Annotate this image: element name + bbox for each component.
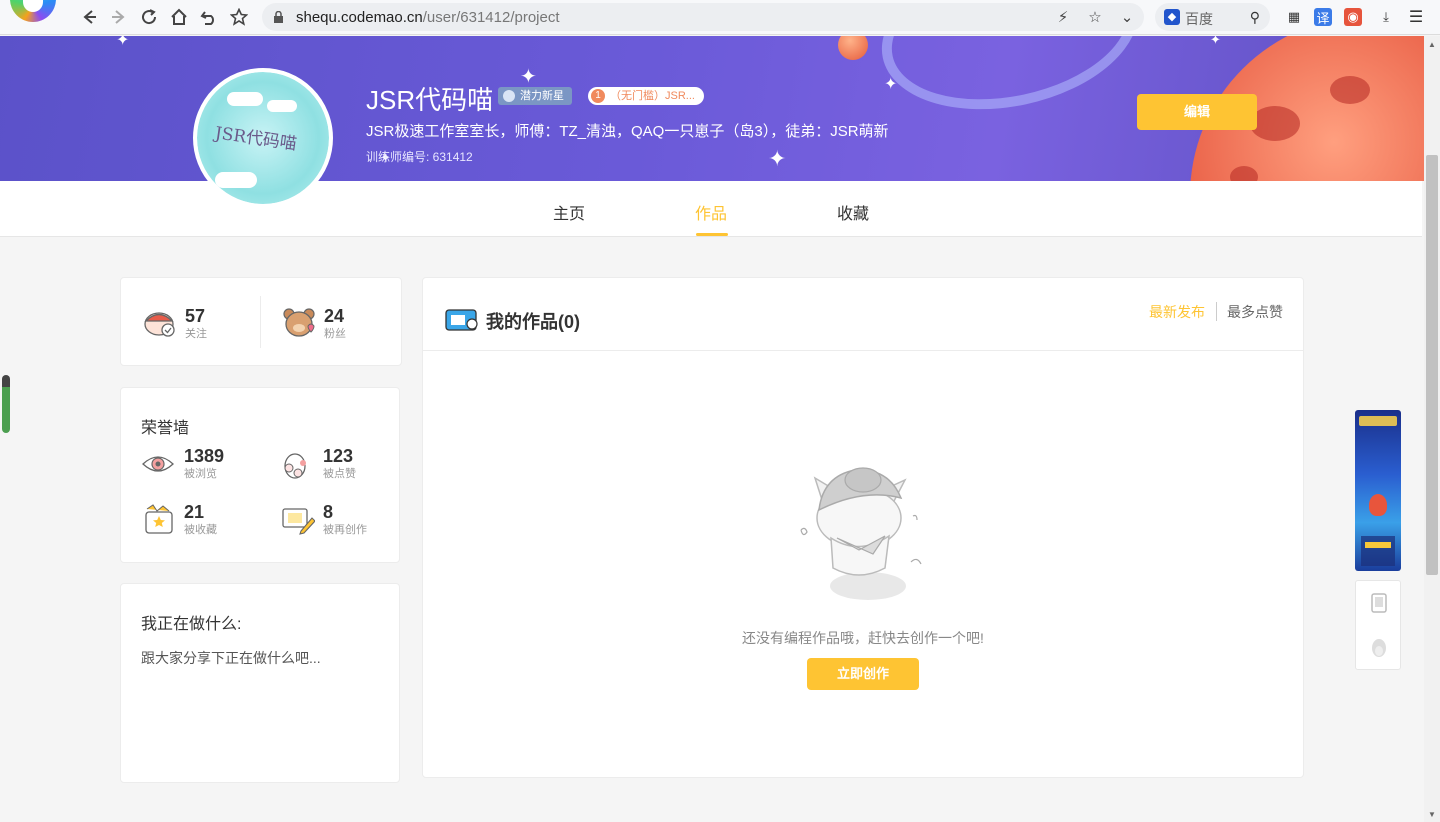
paw-like-icon — [284, 453, 306, 479]
remix-count: 8 — [323, 502, 334, 522]
following-label[interactable]: 关注 — [185, 325, 207, 341]
following-count[interactable]: 57 — [185, 306, 205, 327]
lightning-icon[interactable]: ⚡ — [1052, 7, 1074, 27]
follow-stats-card: 57 关注 24 粉丝 — [120, 277, 402, 366]
user-description: JSR极速工作室室长，师傅：TZ_清浊，QAQ一只崽子（岛3），徒弟：JSR萌新 — [366, 123, 889, 140]
extension-icon[interactable]: ◉ — [1344, 8, 1362, 26]
scroll-up-icon[interactable]: ▲ — [1428, 40, 1436, 49]
collects-count: 21 — [184, 502, 205, 522]
tab-home[interactable]: 主页 — [553, 200, 585, 224]
doing-title: 我正在做什么: — [141, 616, 242, 633]
sort-divider — [1216, 302, 1217, 321]
user-name: JSR代码喵 — [366, 85, 494, 115]
doing-card: 我正在做什么: 跟大家分享下正在做什么吧... — [120, 583, 400, 783]
works-title: 我的作品(0) — [486, 312, 580, 332]
works-folder-icon — [445, 309, 478, 331]
side-drag-handle[interactable] — [2, 375, 10, 433]
mobile-icon[interactable] — [1371, 593, 1387, 613]
star-decoration: ✦ — [1210, 36, 1221, 47]
planet-ring-decoration — [867, 36, 1153, 132]
qr-code-icon[interactable]: ▦ — [1284, 7, 1304, 27]
potential-star-badge[interactable]: 潜力新星 — [498, 87, 572, 105]
active-tab-indicator — [696, 233, 728, 236]
works-panel: 我的作品(0) 最新发布 最多点赞 还没有编程作品哦，赶快去创作一个吧! 立即创… — [422, 277, 1304, 778]
bookmark-star-icon[interactable] — [227, 5, 251, 29]
fans-count[interactable]: 24 — [324, 306, 344, 327]
star-decoration: ✦ — [884, 76, 898, 93]
forward-icon[interactable] — [107, 5, 131, 29]
likes-count: 123 — [323, 446, 354, 466]
doing-input[interactable]: 跟大家分享下正在做什么吧... — [141, 648, 321, 668]
back-icon[interactable] — [77, 5, 101, 29]
following-icon — [144, 312, 175, 337]
qq-penguin-icon[interactable] — [1370, 637, 1388, 659]
scrollbar-thumb[interactable] — [1426, 155, 1438, 575]
reload-icon[interactable] — [137, 5, 161, 29]
chevron-down-icon[interactable]: ⌄ — [1116, 7, 1138, 27]
views-label: 被浏览 — [184, 468, 217, 480]
works-header-divider — [423, 350, 1303, 351]
profile-tabs: 主页 作品 收藏 — [0, 181, 1422, 237]
search-engine-label: 百度 — [1185, 11, 1213, 27]
home-icon[interactable] — [167, 5, 191, 29]
level-badge[interactable]: 1 （无门槛）JSR... — [588, 87, 704, 105]
fans-icon — [283, 308, 315, 337]
small-planet-decoration — [838, 36, 868, 60]
undo-icon[interactable] — [197, 5, 221, 29]
download-icon[interactable]: ⤓ — [1376, 7, 1396, 27]
star-decoration: ✦ — [768, 146, 787, 171]
level-badge-number: 1 — [591, 89, 605, 103]
menu-icon[interactable]: ☰ — [1406, 7, 1426, 27]
avatar[interactable]: JSR代码喵 — [193, 68, 333, 208]
address-bar[interactable]: shequ.codemao.cn/user/631412/project ⚡ ☆… — [262, 3, 1144, 31]
views-count: 1389 — [184, 446, 225, 466]
collect-box-icon — [145, 504, 173, 534]
browser-logo-icon[interactable] — [10, 0, 56, 22]
url-text[interactable]: shequ.codemao.cn/user/631412/project — [296, 9, 560, 26]
honor-wall-card: 荣誉墙 1389 被浏览 123 被点赞 21 被收藏 8 被再创作 — [120, 387, 400, 563]
sort-newest-button[interactable]: 最新发布 — [1149, 302, 1205, 322]
tab-collections[interactable]: 收藏 — [837, 200, 869, 224]
favorite-star-icon[interactable]: ☆ — [1084, 7, 1106, 27]
remix-icon — [282, 508, 315, 535]
empty-works-message: 还没有编程作品哦，赶快去创作一个吧! — [742, 630, 984, 646]
baidu-icon: ◆ — [1164, 9, 1180, 25]
star-decoration: ✦ — [116, 36, 130, 49]
side-ad-banner[interactable] — [1355, 410, 1401, 571]
search-icon[interactable]: ⚲ — [1250, 9, 1260, 26]
trainer-id: 训练师编号: 631412 — [366, 150, 473, 164]
collects-label: 被收藏 — [184, 524, 217, 536]
browser-toolbar: shequ.codemao.cn/user/631412/project ⚡ ☆… — [0, 0, 1440, 35]
fans-label[interactable]: 粉丝 — [324, 325, 346, 341]
eye-icon — [142, 456, 174, 472]
search-engine-box[interactable]: ◆ 百度 ⚲ — [1155, 3, 1270, 31]
remix-label: 被再创作 — [323, 524, 367, 536]
create-now-button[interactable]: 立即创作 — [807, 658, 919, 690]
edit-profile-button[interactable]: 编辑 — [1137, 94, 1257, 130]
empty-cat-illustration — [800, 467, 922, 600]
side-tools-panel — [1355, 580, 1401, 670]
lock-icon — [274, 11, 283, 23]
sort-most-liked-button[interactable]: 最多点赞 — [1227, 302, 1283, 322]
scroll-down-icon[interactable]: ▼ — [1428, 810, 1436, 819]
honor-wall-title: 荣誉墙 — [141, 420, 190, 437]
stats-divider — [260, 296, 261, 348]
star-decoration: ✦ — [520, 66, 537, 88]
level-badge-text: （无门槛）JSR... — [610, 90, 695, 102]
translate-icon[interactable]: 译 — [1314, 8, 1332, 26]
likes-label: 被点赞 — [323, 468, 356, 480]
tab-works[interactable]: 作品 — [695, 200, 727, 224]
